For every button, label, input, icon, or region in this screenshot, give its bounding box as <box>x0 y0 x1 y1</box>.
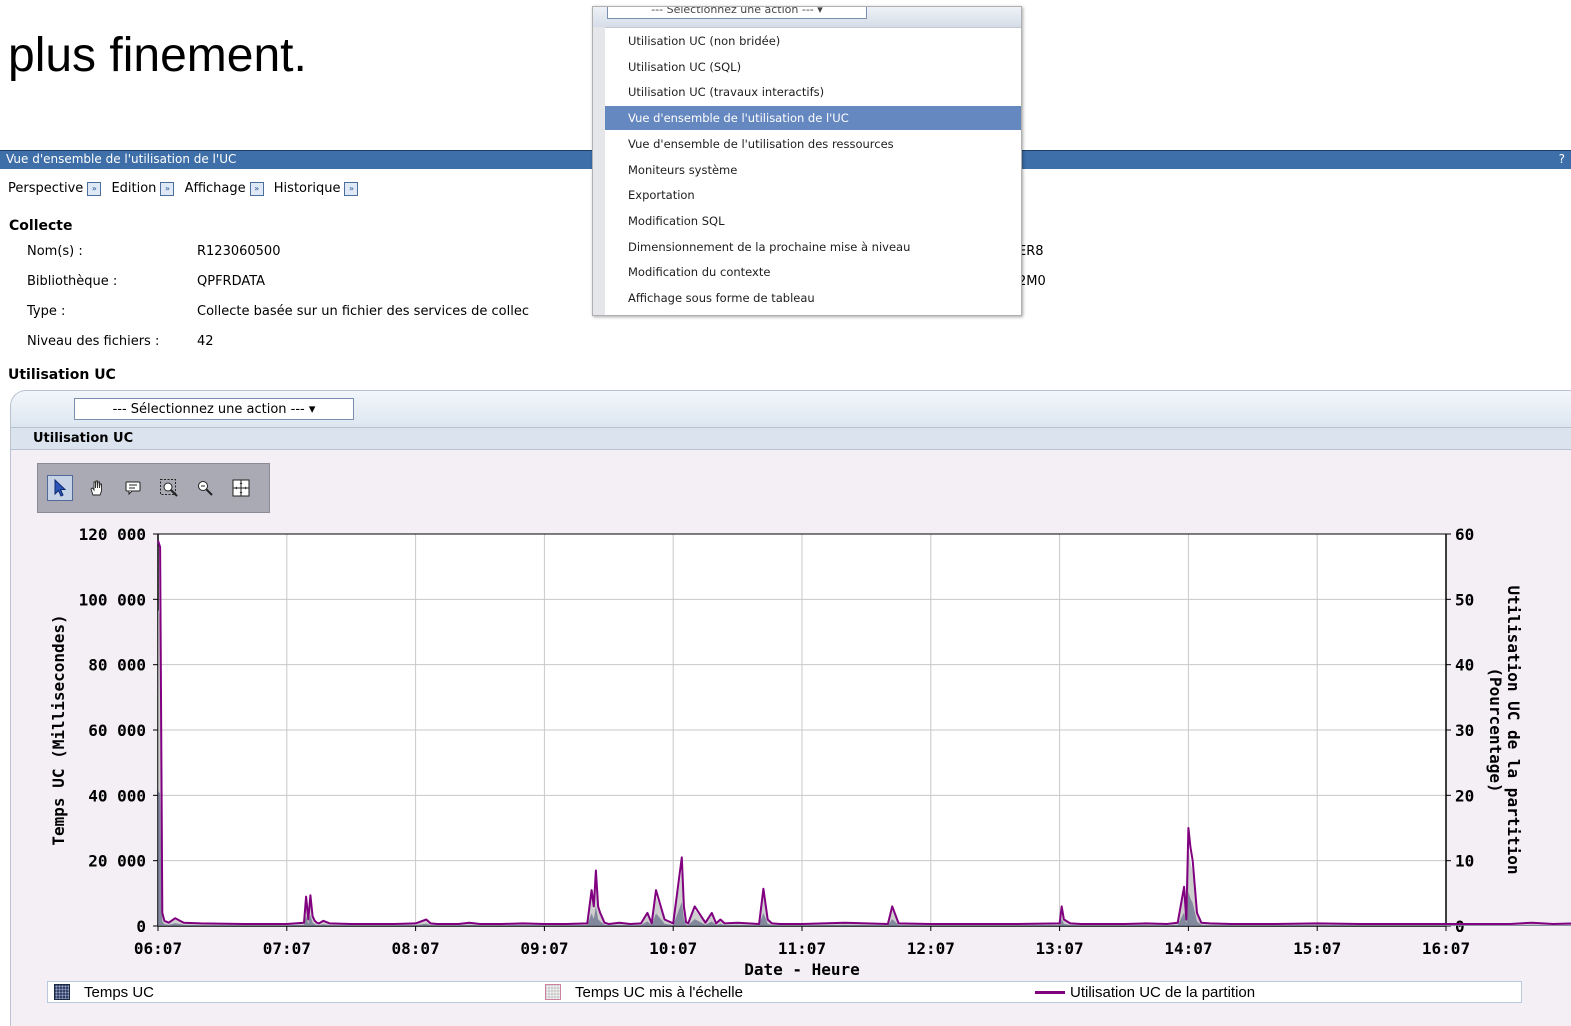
dropdown-gutter <box>593 27 605 315</box>
legend-label: Utilisation UC de la partition <box>1070 983 1256 1001</box>
collecte-heading: Collecte <box>9 218 73 234</box>
dropdown-item[interactable]: Affichage sous forme de tableau <box>605 286 1021 310</box>
prop-value-bibliotheque: QPFRDATA <box>197 274 266 289</box>
panel-title: Utilisation UC <box>11 428 1571 450</box>
dropdown-item[interactable]: Dimensionnement de la prochaine mise à n… <box>605 235 1021 259</box>
dropdown-item[interactable]: Moniteurs système <box>605 158 1021 182</box>
dropdown-item[interactable]: Exportation <box>605 183 1021 207</box>
prop-value-nom: R123060500 <box>197 244 281 259</box>
utilisation-heading: Utilisation UC <box>8 367 116 383</box>
slide-text: plus finement. <box>8 29 307 82</box>
action-dropdown-menu: --- Sélectionnez une action --- ▾ Utilis… <box>592 6 1022 316</box>
dropdown-item[interactable]: Vue d'ensemble de l'utilisation de l'UC <box>605 106 1021 131</box>
dropdown-item[interactable]: Modification SQL <box>605 209 1021 233</box>
menu-expand-icon[interactable]: » <box>344 182 359 196</box>
help-icon[interactable]: ? <box>1559 151 1565 168</box>
dropdown-item[interactable]: Modification du contexte <box>605 260 1021 284</box>
chart-toolbar <box>37 463 270 513</box>
menu-label: Affichage <box>184 181 246 196</box>
dropdown-item[interactable]: Utilisation UC (non bridée) <box>605 29 1021 53</box>
menu-expand-icon[interactable]: » <box>249 182 264 196</box>
prop-label-nom: Nom(s) : <box>27 244 83 259</box>
dropdown-header: --- Sélectionnez une action --- ▾ <box>593 7 1021 28</box>
menu-expand-icon[interactable]: » <box>87 182 102 196</box>
prop-label-type: Type : <box>27 304 66 319</box>
dropdown-select[interactable]: --- Sélectionnez une action --- ▾ <box>607 7 867 19</box>
menu-label: Perspective <box>8 181 84 196</box>
annotation-icon[interactable] <box>120 475 146 501</box>
legend-item-temps-uc[interactable]: Temps UC <box>54 983 154 1001</box>
select-arrow-icon[interactable] <box>47 475 73 501</box>
menu-expand-icon[interactable]: » <box>160 182 175 196</box>
chart-legend: Temps UC Temps UC mis à l'échelle Utilis… <box>47 981 1522 1003</box>
dropdown-item[interactable]: Utilisation UC (travaux interactifs) <box>605 80 1021 104</box>
dropdown-item[interactable]: Utilisation UC (SQL) <box>605 55 1021 79</box>
panel-action-bar: --- Sélectionnez une action --- ▾ <box>11 391 1571 428</box>
pan-hand-icon[interactable] <box>84 475 110 501</box>
prop-value-type: Collecte basée sur un fichier des servic… <box>197 304 529 319</box>
crosshair-icon[interactable] <box>228 475 254 501</box>
legend-swatch <box>545 984 561 1000</box>
menu-label: Edition <box>111 181 157 196</box>
zoom-out-icon[interactable] <box>192 475 218 501</box>
prop-value-fragment: 2M0 <box>1018 274 1046 289</box>
legend-swatch <box>54 984 70 1000</box>
legend-label: Temps UC <box>84 983 155 1001</box>
prop-value-niveau: 42 <box>197 334 214 349</box>
menu-affichage[interactable]: Affichage» <box>185 179 264 199</box>
prop-label-bibliotheque: Bibliothèque : <box>27 274 118 289</box>
dropdown-item[interactable]: Vue d'ensemble de l'utilisation des ress… <box>605 132 1021 156</box>
prop-label-niveau: Niveau des fichiers : <box>27 334 160 349</box>
legend-item-utilisation-partition[interactable]: Utilisation UC de la partition <box>1035 983 1255 1001</box>
zoom-box-icon[interactable] <box>156 475 182 501</box>
menu-edition[interactable]: Edition» <box>111 179 175 199</box>
legend-label: Temps UC mis à l'échelle <box>575 983 743 1001</box>
window-title: Vue d'ensemble de l'utilisation de l'UC <box>6 152 237 166</box>
legend-item-temps-uc-echelle[interactable]: Temps UC mis à l'échelle <box>545 983 743 1001</box>
menu-historique[interactable]: Historique» <box>274 179 359 199</box>
menubar: Perspective» Edition» Affichage» Histori… <box>8 179 364 199</box>
action-select[interactable]: --- Sélectionnez une action --- ▾ <box>74 398 354 420</box>
legend-swatch <box>1035 990 1065 994</box>
menu-perspective[interactable]: Perspective» <box>8 179 102 199</box>
menu-label: Historique <box>273 181 341 196</box>
